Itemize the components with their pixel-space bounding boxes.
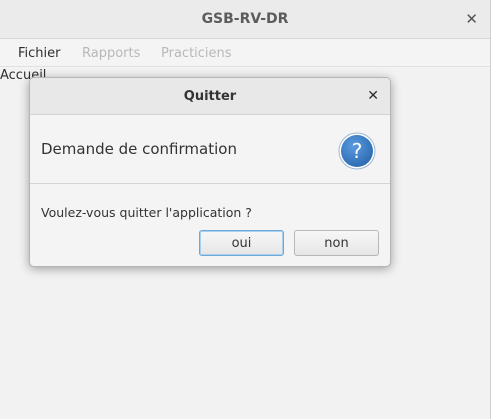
oui-button[interactable]: oui (199, 230, 284, 256)
non-button[interactable]: non (294, 230, 379, 256)
menu-practiciens: Practiciens (161, 46, 232, 61)
window-titlebar[interactable]: GSB-RV-DR ✕ (0, 0, 490, 39)
dialog-message: Voulez-vous quitter l'application ? (41, 205, 252, 220)
question-icon: ? (338, 132, 376, 170)
menu-fichier[interactable]: Fichier (18, 46, 61, 61)
menu-rapports: Rapports (82, 46, 141, 61)
question-glyph: ? (352, 139, 363, 163)
menu-bar: Fichier Rapports Practiciens (0, 39, 490, 67)
dialog-header: Demande de confirmation ? (30, 115, 390, 184)
dialog-close-icon[interactable]: ✕ (367, 86, 379, 106)
dialog-heading: Demande de confirmation (41, 140, 237, 158)
window-close-icon[interactable]: ✕ (465, 9, 478, 29)
window-title: GSB-RV-DR (201, 11, 289, 27)
dialog-titlebar[interactable]: Quitter ✕ (30, 78, 390, 115)
dialog-title: Quitter (183, 89, 237, 104)
confirm-dialog: Quitter ✕ Demande de confirmation ? Voul… (29, 77, 391, 267)
